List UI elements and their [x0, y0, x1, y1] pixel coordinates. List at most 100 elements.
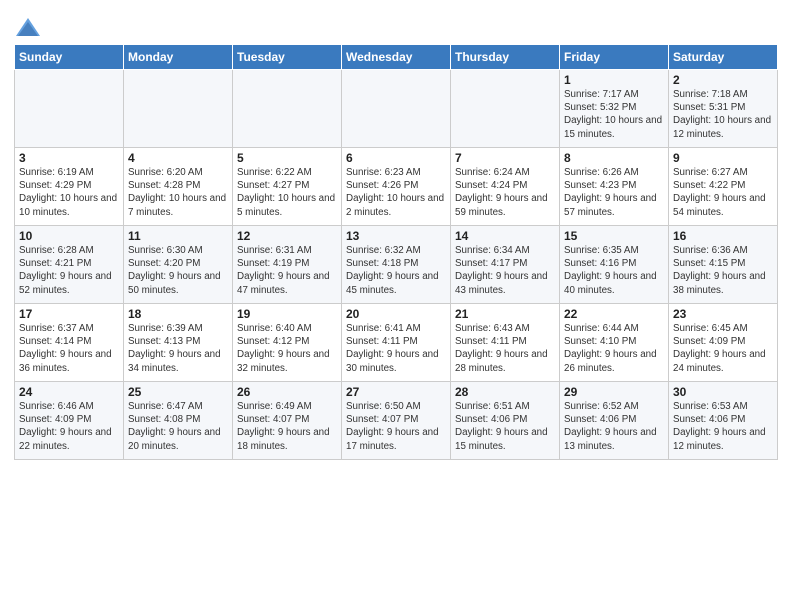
day-number: 30 [673, 385, 773, 399]
day-info: Sunrise: 6:36 AM Sunset: 4:15 PM Dayligh… [673, 244, 773, 297]
day-info: Sunrise: 6:44 AM Sunset: 4:10 PM Dayligh… [564, 322, 664, 375]
day-number: 27 [346, 385, 446, 399]
col-monday: Monday [124, 45, 233, 70]
calendar-cell: 26Sunrise: 6:49 AM Sunset: 4:07 PM Dayli… [233, 382, 342, 460]
calendar-cell: 1Sunrise: 7:17 AM Sunset: 5:32 PM Daylig… [560, 70, 669, 148]
calendar-cell: 16Sunrise: 6:36 AM Sunset: 4:15 PM Dayli… [669, 226, 778, 304]
day-info: Sunrise: 6:46 AM Sunset: 4:09 PM Dayligh… [19, 400, 119, 453]
col-friday: Friday [560, 45, 669, 70]
day-number: 2 [673, 73, 773, 87]
day-number: 9 [673, 151, 773, 165]
day-number: 28 [455, 385, 555, 399]
calendar-week-4: 17Sunrise: 6:37 AM Sunset: 4:14 PM Dayli… [15, 304, 778, 382]
calendar-cell: 21Sunrise: 6:43 AM Sunset: 4:11 PM Dayli… [451, 304, 560, 382]
day-number: 24 [19, 385, 119, 399]
calendar-table: Sunday Monday Tuesday Wednesday Thursday… [14, 44, 778, 460]
day-number: 17 [19, 307, 119, 321]
day-number: 29 [564, 385, 664, 399]
day-number: 15 [564, 229, 664, 243]
day-info: Sunrise: 6:39 AM Sunset: 4:13 PM Dayligh… [128, 322, 228, 375]
calendar-cell: 9Sunrise: 6:27 AM Sunset: 4:22 PM Daylig… [669, 148, 778, 226]
calendar-cell: 12Sunrise: 6:31 AM Sunset: 4:19 PM Dayli… [233, 226, 342, 304]
calendar-cell [233, 70, 342, 148]
day-number: 16 [673, 229, 773, 243]
calendar-week-1: 1Sunrise: 7:17 AM Sunset: 5:32 PM Daylig… [15, 70, 778, 148]
day-info: Sunrise: 6:20 AM Sunset: 4:28 PM Dayligh… [128, 166, 228, 219]
day-number: 7 [455, 151, 555, 165]
calendar-week-2: 3Sunrise: 6:19 AM Sunset: 4:29 PM Daylig… [15, 148, 778, 226]
day-number: 10 [19, 229, 119, 243]
calendar-cell: 2Sunrise: 7:18 AM Sunset: 5:31 PM Daylig… [669, 70, 778, 148]
day-number: 18 [128, 307, 228, 321]
day-number: 19 [237, 307, 337, 321]
calendar-body: 1Sunrise: 7:17 AM Sunset: 5:32 PM Daylig… [15, 70, 778, 460]
day-info: Sunrise: 6:35 AM Sunset: 4:16 PM Dayligh… [564, 244, 664, 297]
calendar-cell: 28Sunrise: 6:51 AM Sunset: 4:06 PM Dayli… [451, 382, 560, 460]
calendar-cell: 30Sunrise: 6:53 AM Sunset: 4:06 PM Dayli… [669, 382, 778, 460]
calendar-cell: 23Sunrise: 6:45 AM Sunset: 4:09 PM Dayli… [669, 304, 778, 382]
calendar-week-3: 10Sunrise: 6:28 AM Sunset: 4:21 PM Dayli… [15, 226, 778, 304]
day-info: Sunrise: 6:51 AM Sunset: 4:06 PM Dayligh… [455, 400, 555, 453]
day-number: 22 [564, 307, 664, 321]
calendar-cell: 4Sunrise: 6:20 AM Sunset: 4:28 PM Daylig… [124, 148, 233, 226]
day-number: 21 [455, 307, 555, 321]
calendar-cell: 17Sunrise: 6:37 AM Sunset: 4:14 PM Dayli… [15, 304, 124, 382]
day-number: 3 [19, 151, 119, 165]
day-info: Sunrise: 6:49 AM Sunset: 4:07 PM Dayligh… [237, 400, 337, 453]
day-info: Sunrise: 6:40 AM Sunset: 4:12 PM Dayligh… [237, 322, 337, 375]
calendar-cell: 10Sunrise: 6:28 AM Sunset: 4:21 PM Dayli… [15, 226, 124, 304]
calendar-cell: 24Sunrise: 6:46 AM Sunset: 4:09 PM Dayli… [15, 382, 124, 460]
header-row: Sunday Monday Tuesday Wednesday Thursday… [15, 45, 778, 70]
day-info: Sunrise: 6:23 AM Sunset: 4:26 PM Dayligh… [346, 166, 446, 219]
day-info: Sunrise: 6:31 AM Sunset: 4:19 PM Dayligh… [237, 244, 337, 297]
calendar-cell: 5Sunrise: 6:22 AM Sunset: 4:27 PM Daylig… [233, 148, 342, 226]
calendar-cell: 19Sunrise: 6:40 AM Sunset: 4:12 PM Dayli… [233, 304, 342, 382]
page-container: Sunday Monday Tuesday Wednesday Thursday… [0, 0, 792, 468]
day-info: Sunrise: 6:24 AM Sunset: 4:24 PM Dayligh… [455, 166, 555, 219]
calendar-cell [342, 70, 451, 148]
calendar-cell: 7Sunrise: 6:24 AM Sunset: 4:24 PM Daylig… [451, 148, 560, 226]
calendar-cell: 6Sunrise: 6:23 AM Sunset: 4:26 PM Daylig… [342, 148, 451, 226]
day-number: 26 [237, 385, 337, 399]
calendar-cell: 8Sunrise: 6:26 AM Sunset: 4:23 PM Daylig… [560, 148, 669, 226]
day-number: 1 [564, 73, 664, 87]
day-info: Sunrise: 6:30 AM Sunset: 4:20 PM Dayligh… [128, 244, 228, 297]
calendar-cell: 25Sunrise: 6:47 AM Sunset: 4:08 PM Dayli… [124, 382, 233, 460]
day-info: Sunrise: 6:43 AM Sunset: 4:11 PM Dayligh… [455, 322, 555, 375]
day-number: 8 [564, 151, 664, 165]
day-info: Sunrise: 6:27 AM Sunset: 4:22 PM Dayligh… [673, 166, 773, 219]
calendar-cell [15, 70, 124, 148]
col-thursday: Thursday [451, 45, 560, 70]
logo-icon [14, 14, 42, 42]
calendar-header: Sunday Monday Tuesday Wednesday Thursday… [15, 45, 778, 70]
page-header [14, 10, 778, 42]
day-info: Sunrise: 6:50 AM Sunset: 4:07 PM Dayligh… [346, 400, 446, 453]
day-info: Sunrise: 6:34 AM Sunset: 4:17 PM Dayligh… [455, 244, 555, 297]
day-number: 6 [346, 151, 446, 165]
day-info: Sunrise: 6:47 AM Sunset: 4:08 PM Dayligh… [128, 400, 228, 453]
day-info: Sunrise: 6:45 AM Sunset: 4:09 PM Dayligh… [673, 322, 773, 375]
calendar-cell: 15Sunrise: 6:35 AM Sunset: 4:16 PM Dayli… [560, 226, 669, 304]
day-number: 5 [237, 151, 337, 165]
calendar-cell: 14Sunrise: 6:34 AM Sunset: 4:17 PM Dayli… [451, 226, 560, 304]
logo [14, 14, 45, 42]
calendar-cell: 22Sunrise: 6:44 AM Sunset: 4:10 PM Dayli… [560, 304, 669, 382]
day-info: Sunrise: 6:37 AM Sunset: 4:14 PM Dayligh… [19, 322, 119, 375]
calendar-week-5: 24Sunrise: 6:46 AM Sunset: 4:09 PM Dayli… [15, 382, 778, 460]
day-number: 23 [673, 307, 773, 321]
calendar-cell: 18Sunrise: 6:39 AM Sunset: 4:13 PM Dayli… [124, 304, 233, 382]
col-saturday: Saturday [669, 45, 778, 70]
day-number: 12 [237, 229, 337, 243]
day-number: 25 [128, 385, 228, 399]
calendar-cell: 13Sunrise: 6:32 AM Sunset: 4:18 PM Dayli… [342, 226, 451, 304]
day-info: Sunrise: 6:52 AM Sunset: 4:06 PM Dayligh… [564, 400, 664, 453]
calendar-cell: 3Sunrise: 6:19 AM Sunset: 4:29 PM Daylig… [15, 148, 124, 226]
day-info: Sunrise: 6:22 AM Sunset: 4:27 PM Dayligh… [237, 166, 337, 219]
calendar-cell: 20Sunrise: 6:41 AM Sunset: 4:11 PM Dayli… [342, 304, 451, 382]
day-info: Sunrise: 6:32 AM Sunset: 4:18 PM Dayligh… [346, 244, 446, 297]
calendar-cell [451, 70, 560, 148]
day-info: Sunrise: 6:28 AM Sunset: 4:21 PM Dayligh… [19, 244, 119, 297]
col-wednesday: Wednesday [342, 45, 451, 70]
day-info: Sunrise: 6:41 AM Sunset: 4:11 PM Dayligh… [346, 322, 446, 375]
day-number: 4 [128, 151, 228, 165]
